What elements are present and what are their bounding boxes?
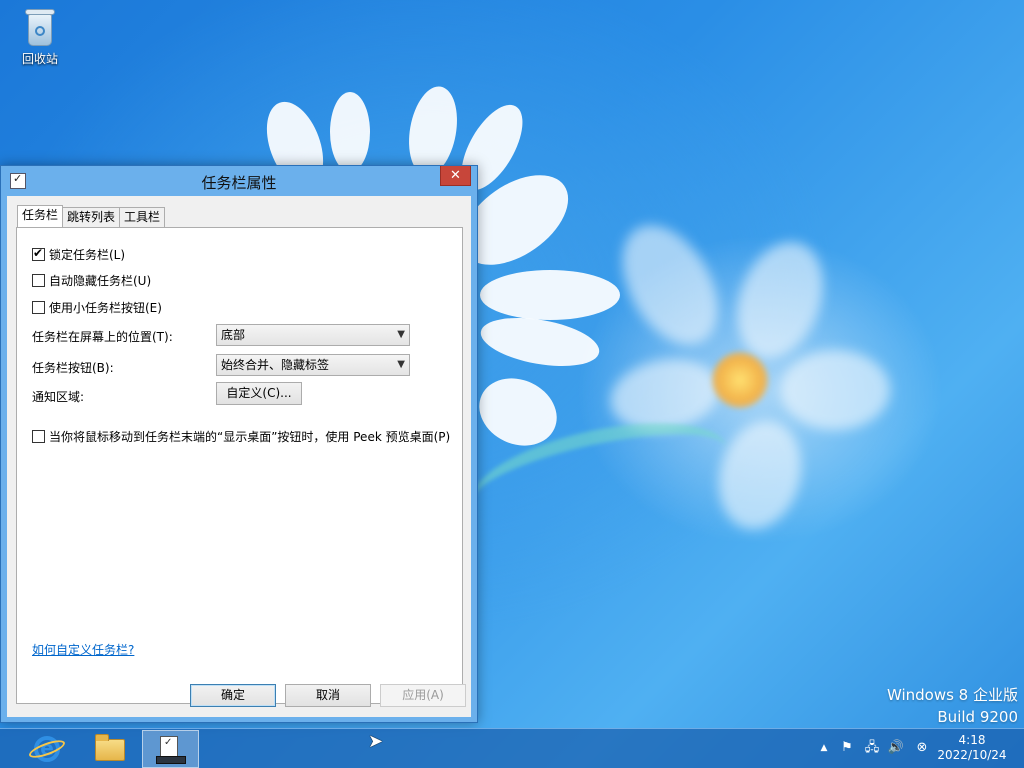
desktop-icon-recycle-bin[interactable]: 回收站 [14,6,66,67]
wallpaper-petal [477,309,603,375]
watermark-edition: Windows 8 企业版 [886,686,1018,704]
tab-panel-taskbar: 锁定任务栏(L) 自动隐藏任务栏(U) 使用小任务栏按钮(E) 任务栏在屏幕上的… [16,227,463,704]
customize-notification-button[interactable]: 自定义(C)... [216,382,302,405]
taskbar-properties-dialog: 任务栏属性 ✕ 任务栏 跳转列表 工具栏 锁定任务栏(L) 自动隐藏任务栏(U)… [0,165,478,723]
recycle-bin-icon [23,6,57,48]
taskbar-button-file-explorer[interactable] [80,730,137,768]
wallpaper-petal [602,208,738,362]
position-label: 任务栏在屏幕上的位置(T): [32,330,173,344]
tab-strip: 任务栏 跳转列表 工具栏 [17,205,166,227]
wallpaper-petal [480,270,620,320]
lock-taskbar-label: 锁定任务栏(L) [49,247,126,262]
tab-jump-lists[interactable]: 跳转列表 [62,207,121,227]
dialog-client-area: 任务栏 跳转列表 工具栏 锁定任务栏(L) 自动隐藏任务栏(U) 使用小任务栏按… [7,196,471,717]
buttons-mode-select[interactable]: 始终合并、隐藏标签 ▼ [216,354,410,376]
tab-taskbar[interactable]: 任务栏 [17,205,64,227]
show-hidden-icons-chevron-icon[interactable]: ▲ [815,739,833,757]
clock-time: 4:18 [958,733,986,747]
action-center-flag-icon[interactable]: ⚑ [838,739,856,757]
wallpaper-petal [721,229,839,371]
volume-icon[interactable]: 🔊 [887,739,905,757]
wallpaper-flower-center [712,352,768,408]
cancel-button[interactable]: 取消 [285,684,371,707]
peek-option[interactable]: 当你将鼠标移动到任务栏末端的“显示桌面”按钮时，使用 Peek 预览桌面(P) [32,427,450,445]
lock-taskbar-checkbox[interactable] [32,246,45,261]
wallpaper-petal [780,350,890,430]
position-select[interactable]: 底部 ▼ [216,324,410,346]
watermark-build: Build 9200 [937,708,1018,726]
peek-label: 当你将鼠标移动到任务栏末端的“显示桌面”按钮时，使用 Peek 预览桌面(P) [49,429,451,444]
auto-hide-option[interactable]: 自动隐藏任务栏(U) [32,271,151,289]
buttons-mode-label: 任务栏按钮(B): [32,361,114,375]
desktop-icon-label: 回收站 [21,52,58,66]
auto-hide-checkbox[interactable] [32,273,45,287]
mouse-pointer-icon: ➤ [368,731,384,752]
wallpaper-petal [330,92,370,172]
buttons-mode-select-value: 始终合并、隐藏标签 [221,358,330,372]
apply-button[interactable]: 应用(A) [380,684,466,707]
chevron-down-icon: ▼ [397,329,405,340]
small-buttons-option[interactable]: 使用小任务栏按钮(E) [32,298,162,316]
small-buttons-checkbox[interactable] [32,300,45,314]
taskbar-button-internet-explorer[interactable]: e [18,730,75,768]
help-link[interactable]: 如何自定义任务栏? [32,641,134,658]
taskbar-properties-icon [156,736,186,764]
notification-area-label: 通知区域: [32,390,85,404]
ok-button[interactable]: 确定 [190,684,276,707]
tab-toolbars[interactable]: 工具栏 [119,207,166,227]
network-icon[interactable]: 🖧 [863,739,881,757]
close-button[interactable]: ✕ [440,166,471,186]
position-select-value: 底部 [221,328,246,342]
chevron-down-icon: ▼ [397,359,405,370]
close-circle-icon[interactable]: ⊗ [913,739,931,757]
folder-icon [95,734,125,761]
auto-hide-label: 自动隐藏任务栏(U) [49,273,152,288]
lock-taskbar-option[interactable]: 锁定任务栏(L) [32,245,125,263]
peek-checkbox[interactable] [32,429,45,443]
windows-watermark: Windows 8 企业版 Build 9200 [887,684,1018,728]
dialog-title: 任务栏属性 [201,174,277,192]
dialog-titlebar[interactable]: 任务栏属性 ✕ [1,166,477,196]
taskbar: e ▲ ⚑ 🖧 🔊 ⊗ 4:18 2022/10/24 [0,728,1024,768]
taskbar-clock[interactable]: 4:18 2022/10/24 [936,733,1008,763]
clock-date: 2022/10/24 [937,748,1007,762]
small-buttons-label: 使用小任务栏按钮(E) [49,300,162,315]
taskbar-button-taskbar-properties[interactable] [142,730,199,768]
